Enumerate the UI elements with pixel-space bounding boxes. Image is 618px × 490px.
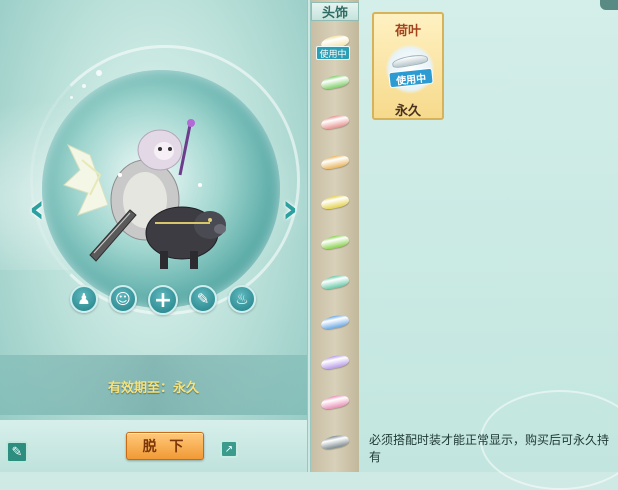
headwear-slot-icon — [320, 313, 350, 331]
outfit-icon[interactable]: ♨ — [228, 285, 256, 313]
decor-dot — [70, 96, 73, 99]
headwear-slot-icon — [320, 153, 350, 171]
headwear-slot[interactable] — [315, 224, 355, 260]
footer-note: 必须搭配时装才能正常显示，购买后可永久持有 — [369, 433, 610, 464]
item-in-use-tag: 使用中 — [388, 67, 434, 89]
headwear-slot-icon — [320, 393, 350, 411]
headwear-slot[interactable] — [315, 424, 355, 460]
dye-icon[interactable]: ✎ — [189, 285, 217, 313]
in-use-tag: 使用中 — [316, 46, 350, 60]
tab-headwear[interactable]: 头饰 — [311, 2, 359, 21]
item-duration: 永久 — [394, 104, 421, 119]
headwear-slot[interactable] — [315, 184, 355, 220]
headwear-slot-icon — [320, 433, 350, 451]
remove-button[interactable]: 脱 下 — [126, 432, 204, 460]
decor-dot — [96, 70, 102, 76]
close-icon[interactable] — [600, 0, 618, 10]
character-model[interactable] — [60, 115, 250, 285]
character-preview-panel: ‹ › ♟ ☺ + ✎ ♨ 有效期至：永久 — [0, 0, 307, 472]
plus-icon[interactable]: + — [148, 285, 178, 315]
headwear-slot[interactable] — [315, 64, 355, 100]
person-icon[interactable]: ♟ — [70, 285, 98, 313]
headwear-slot[interactable] — [315, 144, 355, 180]
headwear-item-icon: 使用中 — [386, 44, 434, 94]
share-icon[interactable]: ↗ — [220, 440, 238, 458]
headwear-slot[interactable] — [315, 384, 355, 420]
headwear-slot[interactable] — [315, 304, 355, 340]
headwear-slot[interactable] — [315, 344, 355, 380]
headwear-slot[interactable] — [315, 264, 355, 300]
rotate-left-arrow-icon[interactable]: ‹ — [24, 186, 50, 232]
decor-dot — [82, 84, 86, 88]
tiara-icon — [391, 52, 429, 70]
headwear-slot-icon — [320, 353, 350, 371]
validity-text: 有效期至：永久 — [107, 381, 199, 396]
headwear-slot[interactable] — [315, 104, 355, 140]
headwear-slot-icon — [320, 233, 350, 251]
character-icon[interactable]: ☺ — [109, 285, 137, 313]
headwear-slot-icon — [320, 273, 350, 291]
headwear-slot-icon — [320, 73, 350, 91]
item-card[interactable]: 荷叶 使用中 永久 — [372, 12, 444, 120]
headwear-slot-icon — [320, 193, 350, 211]
preview-action-bar: ♟ ☺ + ✎ ♨ — [70, 285, 256, 315]
headwear-slot-icon — [320, 113, 350, 131]
item-name: 荷叶 — [394, 24, 421, 39]
edit-note-icon[interactable]: ✎ — [6, 441, 28, 463]
rotate-right-arrow-icon[interactable]: › — [277, 186, 303, 232]
